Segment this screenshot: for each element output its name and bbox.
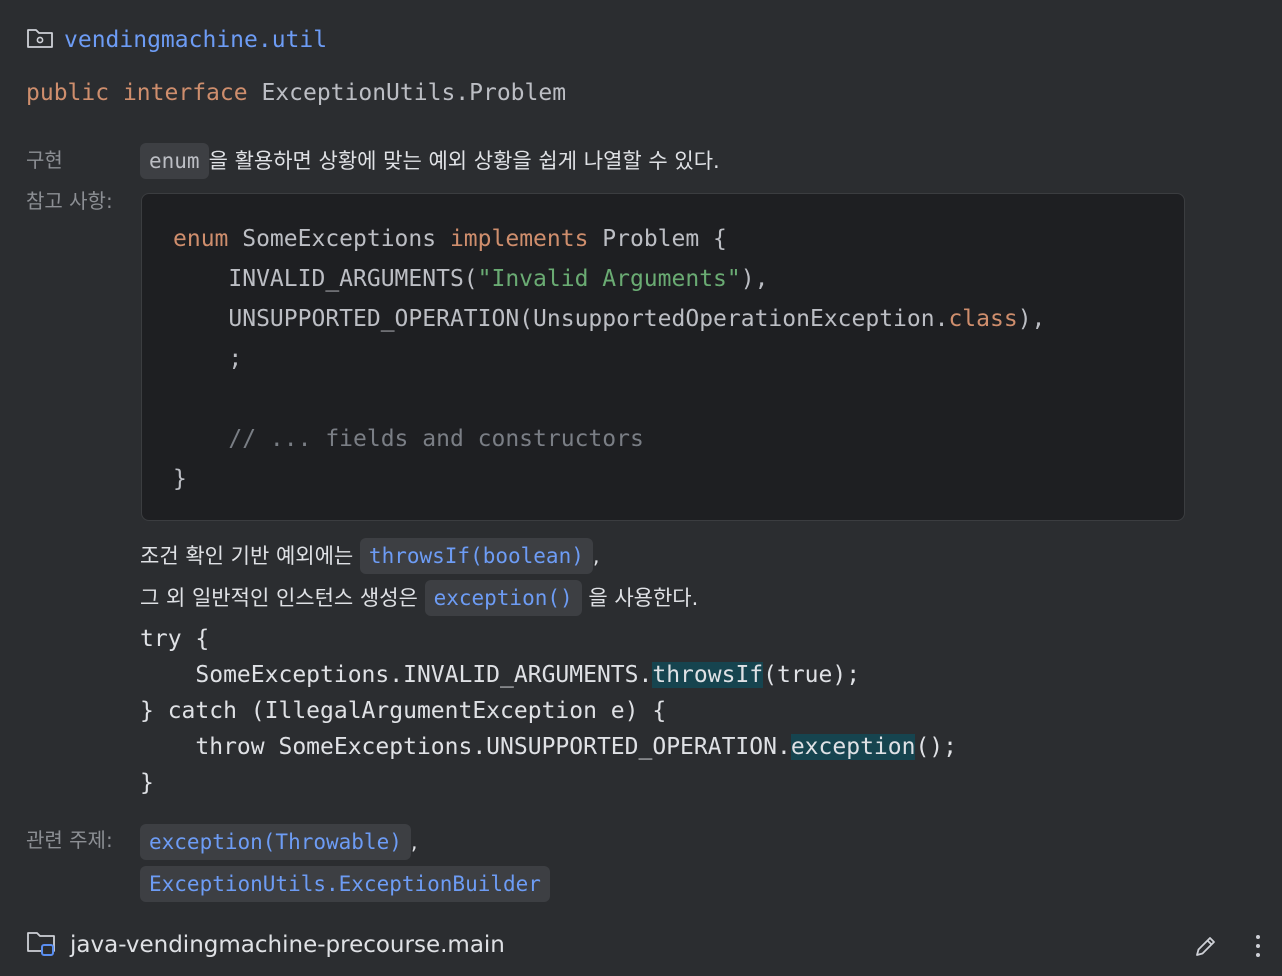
example-line-3: } catch (IllegalArgumentException e) { [140, 698, 667, 724]
code-const-invalid: INVALID_ARGUMENTS( [173, 266, 478, 292]
example-args-2: (); [915, 734, 957, 760]
usage-text-2: 그 외 일반적인 인스턴스 생성은 [140, 586, 418, 610]
impl-note-label-2: 참고 사항: [26, 189, 113, 213]
throwsif-link[interactable]: throwsIf(boolean) [359, 538, 593, 574]
module-folder-icon [26, 928, 58, 962]
usage-line-1: 조건 확인 기반 예외에는 throwsIf(boolean), [140, 536, 600, 576]
usage-text-3: 을 사용한다. [588, 586, 699, 610]
keyword-interface: interface [122, 80, 248, 106]
module-row: java-vendingmachine-precourse.main [26, 928, 505, 962]
code-kw-implements: implements [449, 226, 589, 252]
example-args: (true); [763, 662, 861, 688]
related-line-2: ExceptionUtils.ExceptionBuilder [140, 864, 550, 904]
related-link-exception-builder[interactable]: ExceptionUtils.ExceptionBuilder [140, 866, 550, 902]
related-comma: , [410, 830, 418, 854]
code-const-unsupported: UNSUPPORTED_OPERATION(UnsupportedOperati… [173, 306, 949, 332]
related-label: 관련 주제: [26, 828, 113, 852]
module-name: java-vendingmachine-precourse.main [70, 932, 505, 958]
code-kw-enum: enum [173, 226, 229, 252]
folder-package-icon [26, 26, 54, 54]
code-line-1: enum SomeExceptions implements Problem { [173, 224, 727, 254]
usage-line-2: 그 외 일반적인 인스턴스 생성은 exception() 을 사용한다. [140, 578, 698, 618]
code-paren: ), [740, 266, 769, 292]
more-vertical-icon[interactable] [1242, 930, 1274, 962]
code-line-3: UNSUPPORTED_OPERATION(UnsupportedOperati… [173, 304, 1045, 334]
code-enum-name: SomeExceptions [228, 226, 450, 252]
impl-note-sentence: 을 활용하면 상황에 맞는 예외 상황을 쉽게 나열할 수 있다. [208, 149, 720, 173]
related-link-exception-throwable[interactable]: exception(Throwable) [140, 824, 411, 860]
keyword-public: public [26, 80, 110, 106]
code-block: enum SomeExceptions implements Problem {… [141, 193, 1185, 521]
example-line-2: SomeExceptions.INVALID_ARGUMENTS.throwsI… [140, 660, 860, 690]
example-throwsif-highlight: throwsIf [652, 662, 764, 688]
example-throw-call: throw SomeExceptions.UNSUPPORTED_OPERATI… [140, 734, 791, 760]
code-problem-brace: Problem { [588, 226, 727, 252]
package-row: vendingmachine.util [26, 26, 327, 54]
example-exception-highlight: exception [790, 734, 916, 760]
package-link[interactable]: vendingmachine.util [64, 27, 327, 53]
edit-pencil-icon[interactable] [1190, 930, 1222, 962]
impl-note-text: enum 을 활용하면 상황에 맞는 예외 상황을 쉽게 나열할 수 있다. [140, 141, 720, 181]
impl-note-label-1: 구현 [26, 148, 63, 172]
example-invalid-call: SomeExceptions.INVALID_ARGUMENTS. [140, 662, 653, 688]
code-line-2: INVALID_ARGUMENTS("Invalid Arguments"), [173, 264, 768, 294]
usage-text-1: 조건 확인 기반 예외에는 [140, 544, 354, 568]
usage-comma: , [592, 544, 600, 568]
code-line-4: ; [173, 346, 243, 372]
enum-chip: enum [140, 143, 209, 179]
code-line-close: } [173, 466, 187, 492]
code-line-comment: // ... fields and constructors [173, 426, 644, 452]
example-line-4: throw SomeExceptions.UNSUPPORTED_OPERATI… [140, 732, 957, 762]
code-string: "Invalid Arguments" [477, 266, 741, 292]
example-line-5: } [140, 770, 154, 796]
interface-name: ExceptionUtils.Problem [261, 80, 567, 106]
related-line-1: exception(Throwable), [140, 822, 418, 862]
example-line-1: try { [140, 626, 210, 652]
interface-signature: public interface ExceptionUtils.Problem [26, 80, 566, 106]
code-paren-2: ), [1017, 306, 1046, 332]
code-kw-class: class [948, 306, 1018, 332]
exception-link[interactable]: exception() [424, 580, 582, 616]
